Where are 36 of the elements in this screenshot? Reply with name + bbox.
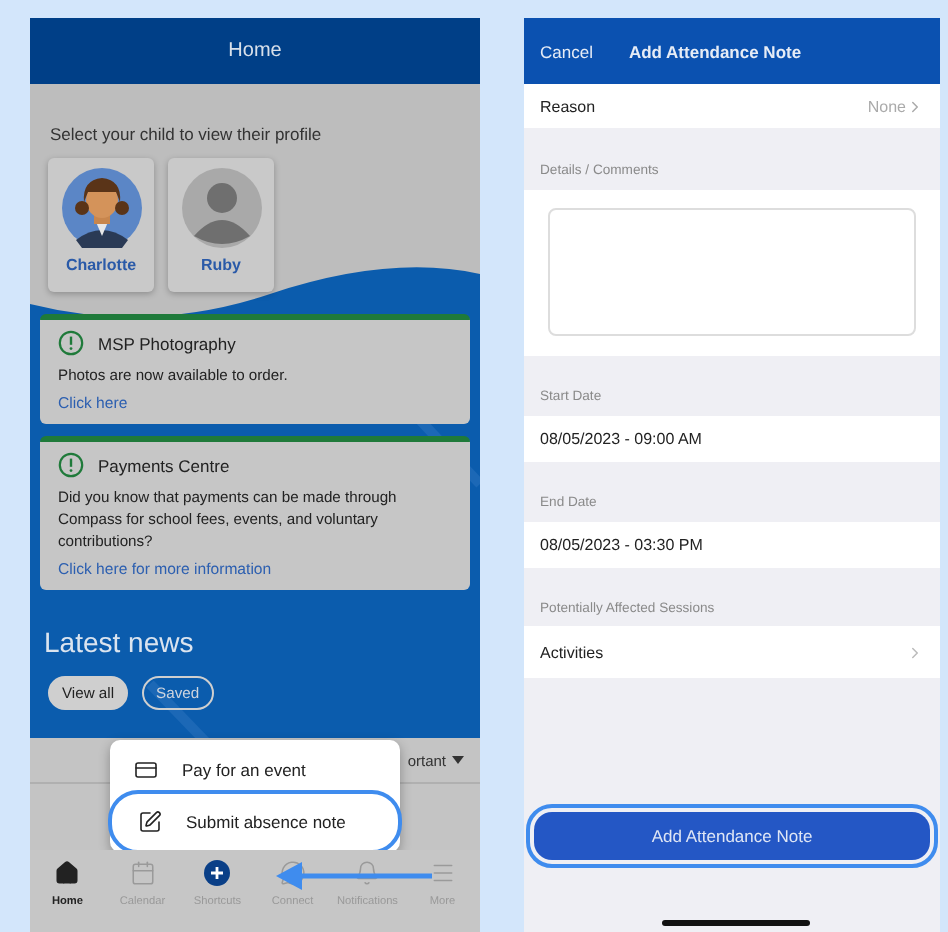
alert-icon <box>58 330 84 356</box>
avatar-silhouette <box>181 168 261 248</box>
edit-icon <box>138 810 162 834</box>
sessions-row[interactable]: Activities <box>524 626 940 678</box>
chevron-icon <box>906 643 924 661</box>
screen-title: Add Attendance Note <box>628 41 802 61</box>
card-icon <box>134 758 158 782</box>
child-card[interactable]: Charlotte <box>48 158 154 292</box>
chevron-icon <box>906 97 924 115</box>
home-icon <box>54 860 81 886</box>
menu-icon <box>429 860 456 886</box>
notice-title: MSP Photography <box>98 333 236 353</box>
bell-icon <box>354 860 381 886</box>
prompt-text: Select your child to view their profile <box>50 124 324 144</box>
alert-icon <box>58 452 84 478</box>
date-row[interactable]: 08/05/2023 - 09:00 AM <box>524 416 940 462</box>
cancel-button[interactable]: Cancel <box>540 41 593 61</box>
child-card[interactable]: Ruby <box>168 158 274 292</box>
child-avatar <box>61 168 141 248</box>
date-value: 08/05/2023 - 03:30 PM <box>540 536 703 554</box>
calendar-icon <box>129 860 156 886</box>
dropdown-icon <box>452 756 464 764</box>
menu-item[interactable]: Submit absence note <box>114 796 396 848</box>
date-value: 08/05/2023 - 09:00 AM <box>540 430 702 448</box>
notice-title: Payments Centre <box>98 455 230 475</box>
add-note-button[interactable]: Add Attendance Note <box>534 812 930 860</box>
plus-icon <box>204 860 231 886</box>
reason-row[interactable]: Reason None <box>524 84 940 128</box>
chat-icon <box>279 860 306 886</box>
screen-title: Home <box>228 40 282 62</box>
date-row[interactable]: 08/05/2023 - 03:30 PM <box>524 522 940 568</box>
comments-field[interactable] <box>548 208 916 336</box>
row-value: None <box>867 97 906 115</box>
section-title: Latest news <box>44 626 196 658</box>
row-label: Reason <box>540 97 596 115</box>
row-label: Activities <box>540 643 604 661</box>
